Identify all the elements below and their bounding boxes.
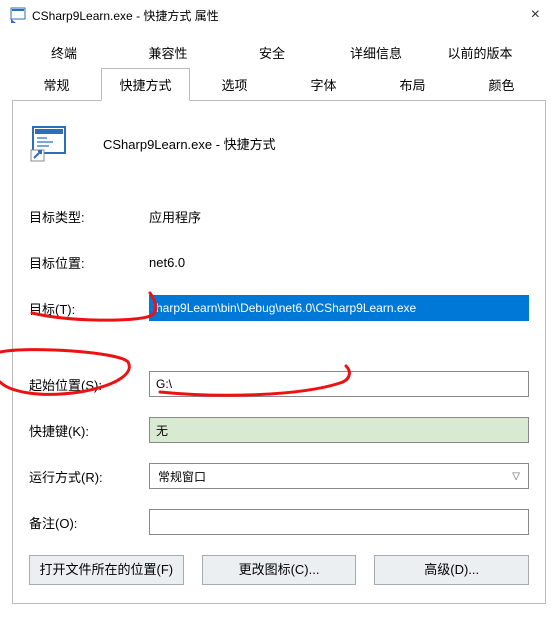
open-file-location-button[interactable]: 打开文件所在的位置(F) <box>29 555 184 585</box>
tab-previous-versions[interactable]: 以前的版本 <box>428 36 532 68</box>
run-dropdown[interactable]: 常规窗口 ▽ <box>149 463 529 489</box>
label-target: 目标(T): <box>29 299 149 318</box>
tab-details[interactable]: 详细信息 <box>324 36 428 68</box>
shortcut-key-input[interactable] <box>149 417 529 443</box>
advanced-button[interactable]: 高级(D)... <box>374 555 529 585</box>
tab-color[interactable]: 颜色 <box>457 68 546 101</box>
shortcut-app-icon <box>29 123 69 163</box>
target-input[interactable] <box>149 295 529 321</box>
tabstrip: 终端 兼容性 安全 详细信息 以前的版本 常规 快捷方式 选项 字体 布局 颜色 <box>12 36 546 101</box>
label-target-location: 目标位置: <box>29 253 149 272</box>
run-dropdown-value: 常规窗口 <box>158 468 206 485</box>
value-target-location: net6.0 <box>149 255 185 270</box>
comment-input[interactable] <box>149 509 529 535</box>
tab-security[interactable]: 安全 <box>220 36 324 68</box>
window-title: CSharp9Learn.exe - 快捷方式 属性 <box>32 7 219 24</box>
label-comment: 备注(O): <box>29 513 149 532</box>
shortcut-panel: CSharp9Learn.exe - 快捷方式 目标类型: 应用程序 目标位置:… <box>12 101 546 604</box>
titlebar: CSharp9Learn.exe - 快捷方式 属性 <box>0 0 558 30</box>
label-target-type: 目标类型: <box>29 207 149 226</box>
tab-general[interactable]: 常规 <box>12 68 101 101</box>
title-icon <box>10 7 26 23</box>
label-shortcut-key: 快捷键(K): <box>29 421 149 440</box>
change-icon-button[interactable]: 更改图标(C)... <box>202 555 357 585</box>
shortcut-heading: CSharp9Learn.exe - 快捷方式 <box>103 134 276 153</box>
start-in-input[interactable] <box>149 371 529 397</box>
tab-options[interactable]: 选项 <box>190 68 279 101</box>
tab-font[interactable]: 字体 <box>279 68 368 101</box>
tab-layout[interactable]: 布局 <box>368 68 457 101</box>
close-button[interactable]: × <box>523 4 548 26</box>
label-start-in: 起始位置(S): <box>29 375 149 394</box>
tab-shortcut[interactable]: 快捷方式 <box>101 68 190 101</box>
label-run: 运行方式(R): <box>29 467 149 486</box>
chevron-down-icon: ▽ <box>512 471 520 482</box>
value-target-type: 应用程序 <box>149 207 201 226</box>
tab-compatibility[interactable]: 兼容性 <box>116 36 220 68</box>
tab-terminal[interactable]: 终端 <box>12 36 116 68</box>
